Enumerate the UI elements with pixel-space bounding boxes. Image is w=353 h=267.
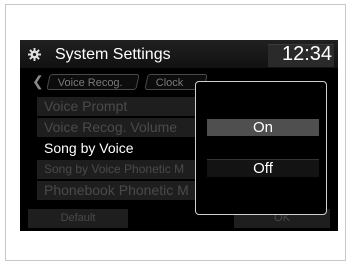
tab-clock-label: Clock bbox=[155, 77, 184, 89]
gear-icon bbox=[28, 48, 41, 61]
option-off[interactable]: Off bbox=[207, 159, 319, 177]
list-item-phonebook-phonetic[interactable]: Phonebook Phonetic M bbox=[37, 181, 197, 200]
tab-voice-recog[interactable]: Voice Recog. bbox=[46, 74, 140, 90]
title-bar: System Settings 12:34 bbox=[20, 40, 338, 68]
on-off-popup: On Off bbox=[195, 81, 327, 215]
list-item-voice-recog-volume[interactable]: Voice Recog. Volume bbox=[37, 118, 197, 137]
clock-display: 12:34 bbox=[282, 43, 333, 65]
page-title: System Settings bbox=[55, 46, 171, 63]
back-arrow-icon[interactable]: ❮ bbox=[32, 73, 44, 90]
settings-screen: System Settings 12:34 ❮ Voice Recog. Clo… bbox=[20, 40, 338, 231]
list-item-voice-prompt[interactable]: Voice Prompt bbox=[37, 97, 197, 116]
list-item-song-by-voice-phonetic[interactable]: Song by Voice Phonetic M bbox=[37, 160, 197, 179]
default-button[interactable]: Default bbox=[28, 209, 128, 228]
tab-voice-recog-label: Voice Recog. bbox=[57, 77, 123, 89]
settings-list: Voice Prompt Voice Recog. Volume Song by… bbox=[37, 97, 197, 202]
option-on[interactable]: On bbox=[207, 119, 319, 136]
list-item-song-by-voice[interactable]: Song by Voice bbox=[37, 139, 197, 158]
